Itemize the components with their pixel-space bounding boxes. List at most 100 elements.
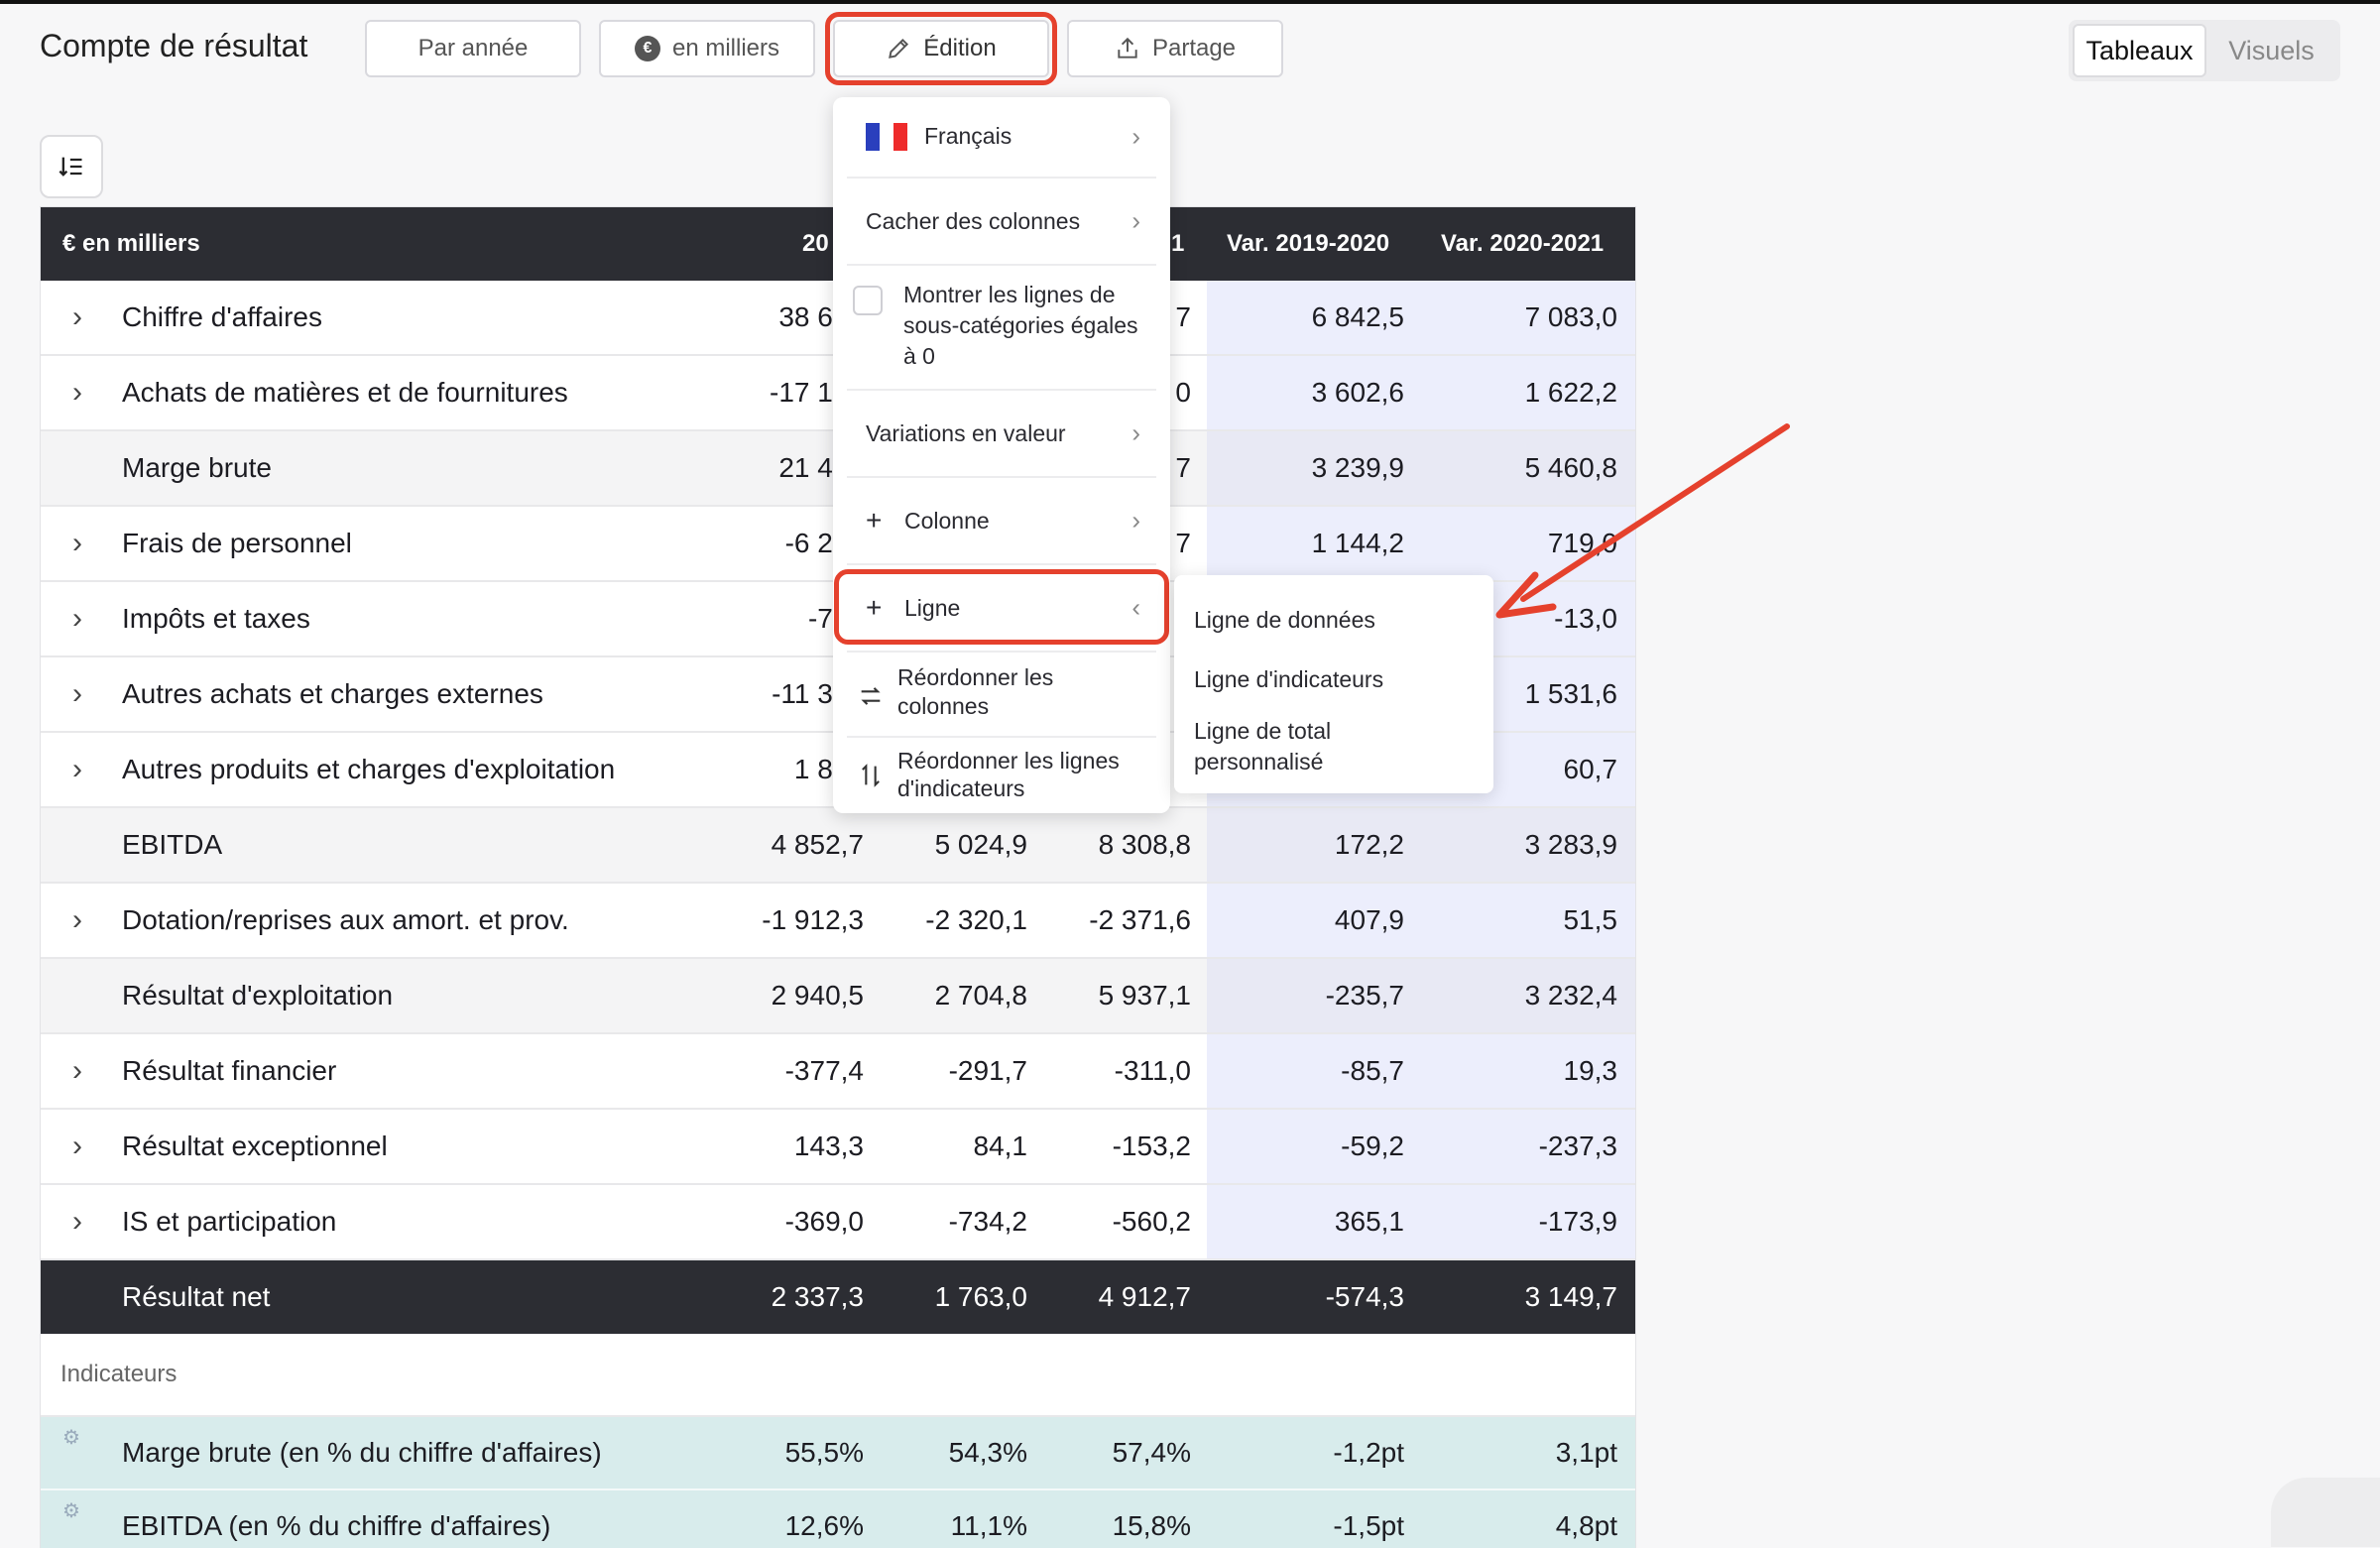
cell: 3 149,7 bbox=[1524, 1281, 1617, 1312]
cell: 6 842,5 bbox=[1311, 301, 1404, 332]
sort-button[interactable] bbox=[40, 135, 103, 198]
cell: -1,2pt bbox=[1333, 1437, 1404, 1468]
expand-chevron-icon[interactable]: › bbox=[72, 903, 82, 937]
menu-item-label: Montrer les lignes de bbox=[903, 282, 1116, 307]
chevron-right-icon: › bbox=[1131, 505, 1140, 536]
cell: 8 308,8 bbox=[1098, 829, 1191, 860]
row-label: Résultat exceptionnel bbox=[122, 1131, 388, 1161]
menu-item-hide-columns[interactable]: Cacher des colonnes › bbox=[833, 179, 1170, 264]
menu-item-add-column[interactable]: + Colonne › bbox=[833, 478, 1170, 563]
cell: 1 763,0 bbox=[934, 1281, 1027, 1312]
cell: 365,1 bbox=[1334, 1206, 1404, 1237]
submenu-item-custom-total-row-cont: personnalisé bbox=[1194, 749, 1324, 774]
expand-chevron-icon[interactable]: › bbox=[72, 677, 82, 711]
cell: 12,6% bbox=[784, 1510, 864, 1541]
chevron-right-icon: › bbox=[1131, 417, 1140, 448]
partage-button[interactable]: Partage bbox=[1067, 20, 1283, 77]
menu-item-label: Réordonner les lignes bbox=[897, 748, 1120, 774]
menu-divider bbox=[847, 264, 1156, 266]
cell: 3 602,6 bbox=[1311, 377, 1404, 408]
cell: 54,3% bbox=[948, 1437, 1027, 1468]
cell: 84,1 bbox=[973, 1131, 1028, 1161]
cell: 51,5 bbox=[1563, 904, 1618, 935]
menu-item-label: Français bbox=[924, 123, 1012, 149]
partage-label: Partage bbox=[1151, 35, 1237, 61]
header-col1: 20 bbox=[802, 230, 829, 257]
menu-item-label: Cacher des colonnes bbox=[866, 208, 1081, 234]
cell: -369,0 bbox=[784, 1206, 864, 1237]
cell: 1 144,2 bbox=[1311, 528, 1404, 558]
menu-item-language[interactable]: Français › bbox=[833, 97, 1170, 177]
cell: 7 083,0 bbox=[1524, 301, 1617, 332]
swap-vertical-icon bbox=[862, 764, 880, 787]
menu-item-variations[interactable]: Variations en valeur › bbox=[833, 391, 1170, 476]
submenu-item-data-row[interactable]: Ligne de données bbox=[1194, 605, 1375, 636]
menu-item-label: Réordonner les bbox=[897, 664, 1054, 690]
menu-item-label: à 0 bbox=[903, 343, 935, 369]
cell: 3,1pt bbox=[1555, 1437, 1617, 1468]
gear-icon[interactable]: ⚙ bbox=[62, 1498, 80, 1523]
row-label: EBITDA (en % du chiffre d'affaires) bbox=[122, 1510, 551, 1541]
header-var1: Var. 2019-2020 bbox=[1227, 230, 1390, 257]
row-label: Frais de personnel bbox=[122, 528, 352, 558]
cell: 4 912,7 bbox=[1098, 1281, 1191, 1312]
expand-chevron-icon[interactable]: › bbox=[72, 1130, 82, 1163]
table-row[interactable]: › Résultat financier -377,4 -291,7 -311,… bbox=[41, 1034, 1635, 1110]
cell: -1 912,3 bbox=[762, 904, 864, 935]
par-annee-button[interactable]: Par année bbox=[365, 20, 581, 77]
expand-chevron-icon[interactable]: › bbox=[72, 376, 82, 410]
row-label: Marge brute (en % du chiffre d'affaires) bbox=[122, 1437, 602, 1468]
cell: 719,0 bbox=[1547, 528, 1617, 558]
table-row[interactable]: › Résultat exceptionnel 143,3 84,1 -153,… bbox=[41, 1110, 1635, 1185]
share-icon bbox=[1118, 37, 1137, 59]
gear-icon[interactable]: ⚙ bbox=[62, 1425, 80, 1450]
expand-chevron-icon[interactable]: › bbox=[72, 602, 82, 636]
submenu-item-indicator-row[interactable]: Ligne d'indicateurs bbox=[1194, 664, 1383, 695]
row-label: EBITDA bbox=[122, 829, 223, 860]
table-row[interactable]: › Dotation/reprises aux amort. et prov. … bbox=[41, 884, 1635, 959]
corner-overlay bbox=[2271, 1478, 2380, 1547]
net-result-row: Résultat net 2 337,3 1 763,0 4 912,7 -57… bbox=[41, 1260, 1635, 1334]
cell: -85,7 bbox=[1341, 1055, 1404, 1086]
expand-chevron-icon[interactable]: › bbox=[72, 527, 82, 560]
cell: 2 337,3 bbox=[771, 1281, 864, 1312]
tab-visuels[interactable]: Visuels bbox=[2206, 24, 2336, 77]
view-toggle: Tableaux Visuels bbox=[2069, 20, 2340, 81]
indicator-row[interactable]: ⚙ Marge brute (en % du chiffre d'affaire… bbox=[41, 1417, 1635, 1490]
cell: -311,0 bbox=[1114, 1055, 1191, 1086]
table-row: EBITDA 4 852,7 5 024,9 8 308,8 172,2 3 2… bbox=[41, 808, 1635, 884]
cell: 1 622,2 bbox=[1524, 377, 1617, 408]
expand-chevron-icon[interactable]: › bbox=[72, 300, 82, 334]
cell: -237,3 bbox=[1538, 1131, 1617, 1161]
indicator-row[interactable]: ⚙ EBITDA (en % du chiffre d'affaires) 12… bbox=[41, 1490, 1635, 1548]
indicators-title: Indicateurs bbox=[60, 1361, 178, 1387]
units-button[interactable]: € en milliers bbox=[599, 20, 815, 77]
table-row[interactable]: › IS et participation -369,0 -734,2 -560… bbox=[41, 1185, 1635, 1260]
menu-item-label: Colonne bbox=[904, 508, 990, 534]
menu-item-reorder-columns[interactable]: Réordonner les colonnes bbox=[833, 653, 1170, 736]
cell: 11,1% bbox=[950, 1510, 1027, 1541]
cell: -377,4 bbox=[784, 1055, 864, 1086]
show-zero-subcategories-checkbox[interactable] bbox=[853, 286, 883, 315]
row-label: IS et participation bbox=[122, 1206, 337, 1237]
cell: -173,9 bbox=[1538, 1206, 1617, 1237]
header-var2: Var. 2020-2021 bbox=[1441, 230, 1605, 257]
row-label: Résultat net bbox=[122, 1281, 271, 1312]
cell: -2 320,1 bbox=[925, 904, 1027, 935]
units-label: en milliers bbox=[671, 35, 780, 61]
expand-chevron-icon[interactable]: › bbox=[72, 1054, 82, 1088]
add-row-submenu: Ligne de données Ligne d'indicateurs Lig… bbox=[1174, 575, 1493, 793]
expand-chevron-icon[interactable]: › bbox=[72, 753, 82, 786]
france-flag-icon bbox=[866, 123, 907, 151]
cell: -2 371,6 bbox=[1089, 904, 1191, 935]
submenu-item-custom-total-row[interactable]: Ligne de total bbox=[1194, 716, 1331, 747]
row-label: Dotation/reprises aux amort. et prov. bbox=[122, 904, 569, 935]
menu-item-reorder-indicator-rows[interactable]: Réordonner les lignes d'indicateurs bbox=[833, 738, 1170, 813]
tab-tableaux[interactable]: Tableaux bbox=[2073, 24, 2206, 77]
cell: 5 460,8 bbox=[1524, 452, 1617, 483]
cell: 2 940,5 bbox=[771, 980, 864, 1011]
indicators-section-header: Indicateurs bbox=[41, 1334, 1635, 1417]
cell: 57,4% bbox=[1112, 1437, 1191, 1468]
expand-chevron-icon[interactable]: › bbox=[72, 1205, 82, 1239]
cell: 55,5% bbox=[784, 1437, 864, 1468]
